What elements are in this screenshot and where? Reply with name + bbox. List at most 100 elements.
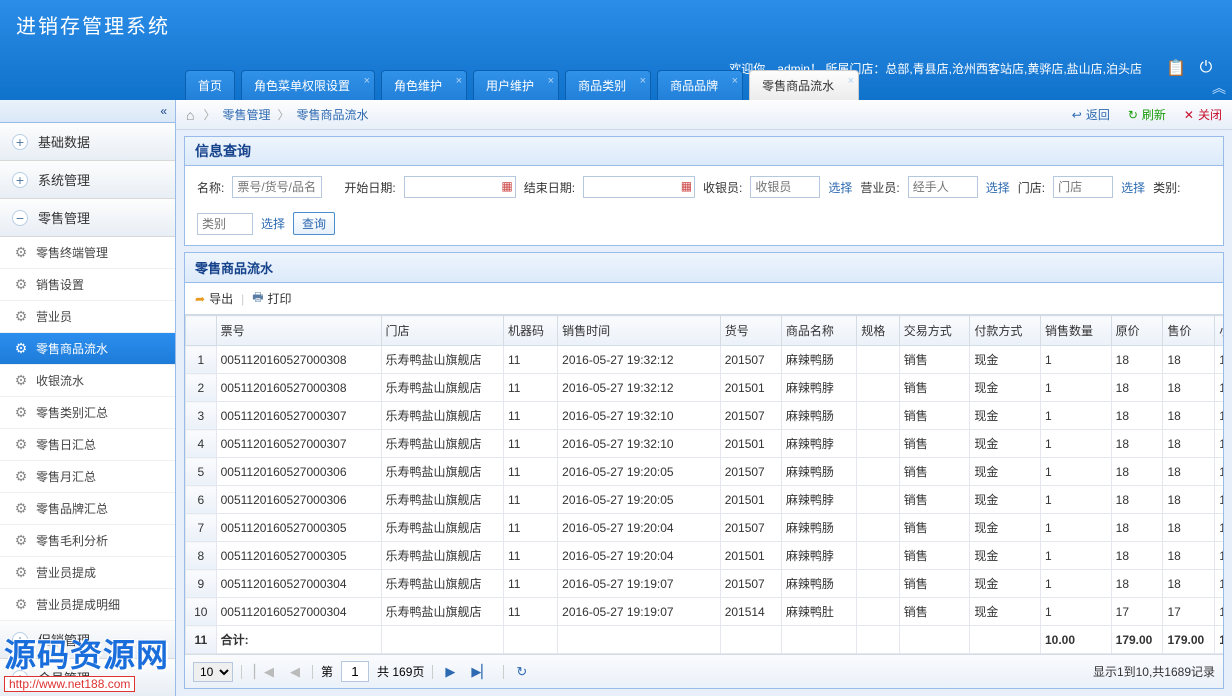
column-header[interactable]: 商品名称: [781, 316, 856, 346]
breadcrumb-item[interactable]: 零售管理: [218, 106, 274, 123]
column-header[interactable]: 规格: [857, 316, 899, 346]
tab[interactable]: 角色菜单权限设置×: [241, 70, 375, 100]
calendar-icon[interactable]: ▦: [681, 179, 692, 193]
search-button[interactable]: 查询: [293, 212, 335, 235]
sidebar-item[interactable]: ⚙零售日汇总: [0, 429, 175, 461]
cashier-input[interactable]: [750, 176, 820, 198]
sidebar-item[interactable]: ⚙营业员: [0, 301, 175, 333]
prev-page-button[interactable]: ◀: [286, 664, 304, 680]
select-store-link[interactable]: 选择: [1121, 179, 1145, 196]
first-page-button[interactable]: ▏◀: [250, 664, 278, 680]
tab[interactable]: 商品品牌×: [657, 70, 743, 100]
print-button[interactable]: 🖶打印: [252, 288, 291, 309]
column-header[interactable]: 销售时间: [558, 316, 721, 346]
category-input[interactable]: [197, 213, 253, 235]
column-header[interactable]: 小计金额: [1215, 316, 1223, 346]
tab[interactable]: 商品类别×: [565, 70, 651, 100]
page-size-select[interactable]: 10: [193, 662, 233, 682]
calendar-icon[interactable]: ▦: [501, 179, 512, 193]
start-date-label: 开始日期:: [344, 179, 395, 196]
tab-close-icon[interactable]: ×: [848, 75, 854, 87]
sidebar-item[interactable]: ⚙零售类别汇总: [0, 397, 175, 429]
sidebar-item[interactable]: ⚙营业员提成: [0, 557, 175, 589]
sidebar-collapse-icon[interactable]: «: [0, 100, 175, 123]
column-header[interactable]: 售价: [1163, 316, 1215, 346]
table-cell: 0051120160527000308: [216, 346, 381, 374]
select-cashier-link[interactable]: 选择: [828, 179, 852, 196]
sidebar-item[interactable]: ⚙零售终端管理: [0, 237, 175, 269]
table-row[interactable]: 10051120160527000308乐寿鸭盐山旗舰店112016-05-27…: [186, 346, 1224, 374]
table-row[interactable]: 90051120160527000304乐寿鸭盐山旗舰店112016-05-27…: [186, 570, 1224, 598]
salesperson-input[interactable]: [908, 176, 978, 198]
sidebar-item[interactable]: ⚙零售毛利分析: [0, 525, 175, 557]
header-collapse-icon[interactable]: ︽: [1212, 78, 1226, 98]
sidebar-item-label: 零售月汇总: [36, 468, 96, 485]
tab[interactable]: 用户维护×: [473, 70, 559, 100]
table-cell: 2016-05-27 19:32:12: [558, 374, 721, 402]
tab-close-icon[interactable]: ×: [640, 75, 646, 87]
table-cell: 乐寿鸭盐山旗舰店: [381, 598, 503, 626]
sidebar-group[interactable]: +系统管理: [0, 161, 175, 199]
table-row[interactable]: 40051120160527000307乐寿鸭盐山旗舰店112016-05-27…: [186, 430, 1224, 458]
sidebar-item[interactable]: ⚙零售品牌汇总: [0, 493, 175, 525]
sidebar-item[interactable]: ⚙销售设置: [0, 269, 175, 301]
end-date-input[interactable]: [583, 176, 695, 198]
refresh-button[interactable]: ↻刷新: [1128, 106, 1166, 123]
sidebar-group[interactable]: +基础数据: [0, 123, 175, 161]
column-header[interactable]: 原价: [1111, 316, 1163, 346]
column-header[interactable]: [186, 316, 217, 346]
close-button[interactable]: ✕关闭: [1184, 106, 1222, 123]
column-header[interactable]: 门店: [381, 316, 503, 346]
column-header[interactable]: 销售数量: [1041, 316, 1112, 346]
start-date-input[interactable]: [404, 176, 516, 198]
refresh-icon: ↻: [1128, 108, 1138, 122]
table-row[interactable]: 70051120160527000305乐寿鸭盐山旗舰店112016-05-27…: [186, 514, 1224, 542]
tab-close-icon[interactable]: ×: [364, 75, 370, 87]
table-cell: 2016-05-27 19:20:05: [558, 458, 721, 486]
last-page-button[interactable]: ▶▏: [467, 664, 495, 680]
clipboard-icon[interactable]: 📋: [1166, 58, 1186, 78]
table-row[interactable]: 100051120160527000304乐寿鸭盐山旗舰店112016-05-2…: [186, 598, 1224, 626]
select-salesperson-link[interactable]: 选择: [986, 179, 1010, 196]
page-input[interactable]: [341, 661, 369, 682]
tab-close-icon[interactable]: ×: [456, 75, 462, 87]
tab-close-icon[interactable]: ×: [548, 75, 554, 87]
table-cell: 18: [1163, 486, 1215, 514]
export-button[interactable]: ➦导出: [195, 290, 233, 307]
table-cell: 11: [503, 542, 557, 570]
back-button[interactable]: ↩返回: [1072, 106, 1110, 123]
breadcrumb-item[interactable]: 零售商品流水: [293, 106, 373, 123]
table-cell: 乐寿鸭盐山旗舰店: [381, 486, 503, 514]
store-input[interactable]: [1053, 176, 1113, 198]
sidebar-group[interactable]: −零售管理: [0, 199, 175, 237]
totals-row: 11合计:10.00179.00179.00179.00: [186, 626, 1224, 654]
sidebar-item[interactable]: ⚙零售商品流水: [0, 333, 175, 365]
sidebar-group[interactable]: +会员管理: [0, 659, 175, 696]
tab[interactable]: 零售商品流水×: [749, 70, 859, 100]
home-icon[interactable]: ⌂: [186, 107, 194, 123]
table-cell: 18: [1111, 346, 1163, 374]
sidebar-item[interactable]: ⚙收银流水: [0, 365, 175, 397]
table-row[interactable]: 50051120160527000306乐寿鸭盐山旗舰店112016-05-27…: [186, 458, 1224, 486]
tab[interactable]: 角色维护×: [381, 70, 467, 100]
tab-close-icon[interactable]: ×: [732, 75, 738, 87]
column-header[interactable]: 付款方式: [970, 316, 1041, 346]
table-row[interactable]: 30051120160527000307乐寿鸭盐山旗舰店112016-05-27…: [186, 402, 1224, 430]
table-row[interactable]: 20051120160527000308乐寿鸭盐山旗舰店112016-05-27…: [186, 374, 1224, 402]
refresh-page-button[interactable]: ↻: [512, 664, 531, 680]
select-category-link[interactable]: 选择: [261, 215, 285, 232]
table-cell: [899, 626, 970, 654]
table-row[interactable]: 80051120160527000305乐寿鸭盐山旗舰店112016-05-27…: [186, 542, 1224, 570]
next-page-button[interactable]: ▶: [441, 664, 459, 680]
sidebar-item[interactable]: ⚙营业员提成明细: [0, 589, 175, 621]
column-header[interactable]: 票号: [216, 316, 381, 346]
sidebar-item[interactable]: ⚙零售月汇总: [0, 461, 175, 493]
tab[interactable]: 首页: [185, 70, 235, 100]
power-icon[interactable]: ⏻: [1196, 58, 1216, 78]
column-header[interactable]: 机器码: [503, 316, 557, 346]
column-header[interactable]: 交易方式: [899, 316, 970, 346]
column-header[interactable]: 货号: [720, 316, 781, 346]
table-row[interactable]: 60051120160527000306乐寿鸭盐山旗舰店112016-05-27…: [186, 486, 1224, 514]
sidebar-group[interactable]: +促销管理: [0, 621, 175, 659]
name-input[interactable]: [232, 176, 322, 198]
